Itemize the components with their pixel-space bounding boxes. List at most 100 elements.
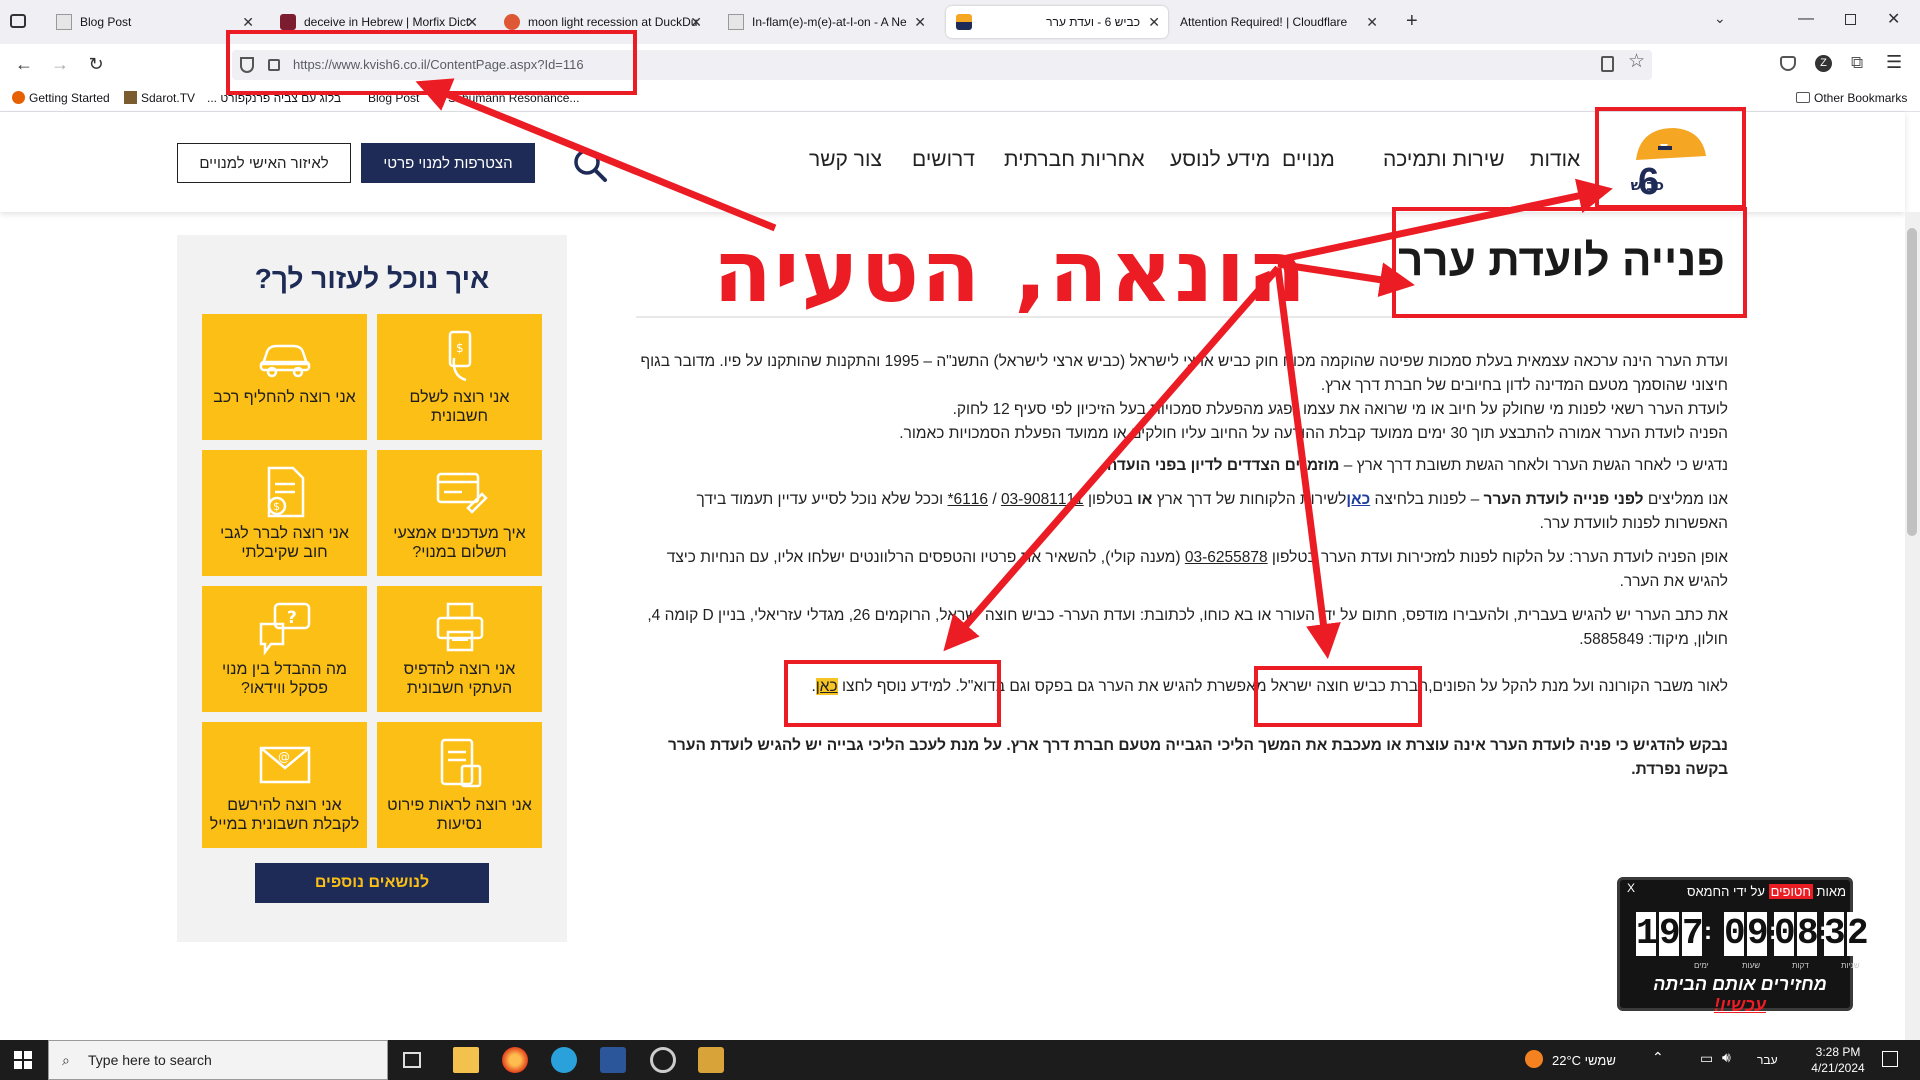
reader-view-icon[interactable]	[1601, 56, 1614, 72]
nav-service[interactable]: שירות ותמיכה	[1383, 148, 1505, 172]
close-icon[interactable]: ✕	[466, 14, 478, 31]
firefox-taskbar-icon[interactable]	[502, 1047, 528, 1073]
tile-update-payment[interactable]: איך מעדכנים אמצעי תשלום במנוי?	[377, 450, 542, 576]
unit-hours: שעות	[1742, 961, 1761, 970]
other-bookmarks[interactable]: Other Bookmarks	[1796, 91, 1907, 105]
page-icon	[728, 14, 744, 30]
volume-icon[interactable]: 🔊︎	[1722, 1049, 1731, 1066]
tab-bar: Blog Post ✕ deceive in Hebrew | Morfix D…	[0, 0, 1920, 44]
account-icon[interactable]: Z	[1815, 55, 1832, 72]
tile-print-invoices[interactable]: אני רוצה להדפיס העתקי חשבונית	[377, 586, 542, 712]
shield-icon[interactable]	[240, 57, 254, 73]
app-icon-2[interactable]	[698, 1047, 724, 1073]
keyboard-language[interactable]: עבר	[1757, 1053, 1778, 1067]
close-icon[interactable]: ✕	[914, 14, 926, 31]
bookmark-star-icon[interactable]: ☆	[1628, 50, 1645, 73]
phone-link-2[interactable]: 6116*	[947, 491, 988, 508]
paragraph-hearing: נדגיש כי לאחר הגשת הערר ולאחר הגשת תשובת…	[1102, 457, 1728, 474]
search-icon[interactable]	[572, 147, 608, 183]
tab-cloudflare[interactable]: Attention Required! | Cloudflare ✕	[1170, 6, 1386, 38]
nav-subscriptions[interactable]: מנויים	[1282, 148, 1335, 172]
app-icon-1[interactable]	[650, 1047, 676, 1073]
widget-close-button[interactable]: X	[1627, 881, 1635, 895]
close-window-button[interactable]: ✕	[1887, 9, 1900, 29]
kvish6-logo[interactable]: 6 כביש	[1630, 122, 1710, 203]
countdown-digit: 0	[1724, 912, 1746, 956]
more-info-link[interactable]: כאן	[815, 678, 838, 695]
close-icon[interactable]: ✕	[242, 14, 254, 31]
bookmark-blog-post[interactable]: Blog Post	[368, 91, 419, 105]
tab-blog-post[interactable]: Blog Post ✕	[46, 6, 262, 38]
url-text[interactable]: https://www.kvish6.co.il/ContentPage.asp…	[293, 57, 584, 72]
tab-morfix[interactable]: deceive in Hebrew | Morfix Dict ✕	[270, 6, 486, 38]
paragraph-corona: לאור משבר הקורונה ועל מנת להקל על הפונים…	[811, 678, 1728, 695]
bookmark-schumann[interactable]: Schumann Resonance...	[448, 91, 579, 105]
paragraph-intro: ועדת הערר הינה ערכאה עצמאית בעלת סמכות ש…	[638, 350, 1728, 446]
envelope-icon: @	[259, 746, 311, 784]
nav-about[interactable]: אודות	[1530, 148, 1580, 172]
tile-trip-details[interactable]: אני רוצה לראות פירוט נסיעות	[377, 722, 542, 848]
scrollbar-thumb[interactable]	[1907, 228, 1917, 536]
weather-text[interactable]: 22°C שמשי	[1552, 1053, 1616, 1068]
tile-subscription-difference[interactable]: ? מה ההבדל בין מנוי פסקל ווידאו?	[202, 586, 367, 712]
unit-seconds: שניות	[1841, 961, 1860, 970]
bookmark-getting-started[interactable]: Getting Started	[12, 91, 110, 105]
countdown-separator: :	[1704, 918, 1712, 945]
network-icon[interactable]: ▭	[1700, 1050, 1713, 1067]
close-icon[interactable]: ✕	[690, 14, 702, 31]
minimize-button[interactable]: —	[1798, 10, 1814, 28]
nav-social-responsibility[interactable]: אחריות חברתית	[1004, 148, 1145, 172]
tile-email-invoice[interactable]: @ אני רוצה להירשם לקבלת חשבונית במייל	[202, 722, 367, 848]
close-icon[interactable]: ✕	[1366, 14, 1378, 31]
taskbar-clock[interactable]: 3:28 PM 4/21/2024	[1808, 1044, 1868, 1076]
back-button[interactable]: ←	[12, 52, 36, 76]
phone-link-1[interactable]: 03-9081111	[1001, 491, 1084, 508]
tile-pay-invoice[interactable]: $ אני רוצה לשלם חשבונית	[377, 314, 542, 440]
tab-duckduckgo[interactable]: moon light recession at DuckDu ✕	[494, 6, 710, 38]
notifications-icon[interactable]	[1882, 1051, 1898, 1067]
close-icon[interactable]: ✕	[1148, 14, 1160, 31]
tile-replace-car[interactable]: אני רוצה להחליף רכב	[202, 314, 367, 440]
tile-check-debt[interactable]: $ אני רוצה לברר לגבי חוב שקיבלתי	[202, 450, 367, 576]
countdown-digit: 1	[1636, 912, 1658, 956]
nav-traveler-info[interactable]: מידע לנוסע	[1170, 148, 1270, 172]
paragraph-address: את כתב הערר יש להגיש בעברית, ולהעבירו מו…	[647, 607, 1728, 648]
forward-button[interactable]: →	[48, 52, 72, 76]
bookmark-sdarot[interactable]: Sdarot.TV	[124, 91, 195, 105]
customer-service-link[interactable]: כאן	[1346, 491, 1370, 508]
tray-chevron-icon[interactable]: ⌃	[1652, 1049, 1664, 1066]
tab-inflammation[interactable]: In-flam(e)-m(e)-at-I-on - A Ne ✕	[718, 6, 934, 38]
page-title: פנייה לועדת ערר	[1398, 236, 1725, 285]
list-all-tabs-icon[interactable]: ⌄	[1714, 10, 1726, 27]
telegram-icon[interactable]	[551, 1047, 577, 1073]
phone-link-3[interactable]: 03-6255878	[1185, 549, 1268, 566]
restore-button[interactable]	[1845, 14, 1856, 25]
windows-start-icon[interactable]	[14, 1051, 32, 1069]
paragraph-recommendation: אנו ממליצים לפני פנייה לועדת הערר – לפנו…	[696, 491, 1728, 532]
weather-icon[interactable]	[1525, 1050, 1543, 1068]
tab-kvish6[interactable]: כביש 6 - ועדת ערר ✕	[946, 6, 1168, 38]
extensions-icon[interactable]: ⧉	[1851, 53, 1863, 73]
word-icon[interactable]	[600, 1047, 626, 1073]
new-tab-button[interactable]: +	[1406, 10, 1418, 33]
join-private-subscription-button[interactable]: הצטרפות למנוי פרטי	[361, 143, 535, 183]
svg-text:$: $	[456, 341, 464, 355]
svg-text:?: ?	[287, 608, 297, 628]
intro-line-3: הפניה לועדת הערר אמורה להתבצע תוך 30 ימי…	[899, 425, 1728, 442]
task-view-icon[interactable]	[403, 1052, 421, 1068]
menu-icon[interactable]: ☰	[1886, 52, 1902, 73]
file-explorer-icon[interactable]	[453, 1047, 479, 1073]
tab-list-icon[interactable]	[10, 14, 26, 28]
reload-button[interactable]: ↻	[84, 52, 108, 76]
intro-line-1: ועדת הערר הינה ערכאה עצמאית בעלת סמכות ש…	[640, 353, 1728, 394]
countdown-digit: 9	[1747, 912, 1769, 956]
unit-days: ימים	[1694, 961, 1709, 970]
personal-area-button[interactable]: לאיזור האישי למנויים	[177, 143, 351, 183]
nav-contact[interactable]: צור קשר	[809, 148, 882, 172]
lock-icon[interactable]	[268, 59, 280, 71]
kvish6-icon	[956, 14, 972, 30]
nav-jobs[interactable]: דרושים	[912, 148, 975, 172]
taskbar-search-placeholder[interactable]: Type here to search	[88, 1052, 212, 1068]
bookmark-blog-hebrew[interactable]: בלוג עם צביה פרנקפורט ...	[207, 91, 341, 105]
more-topics-button[interactable]: לנושאים נוספים	[255, 863, 489, 903]
